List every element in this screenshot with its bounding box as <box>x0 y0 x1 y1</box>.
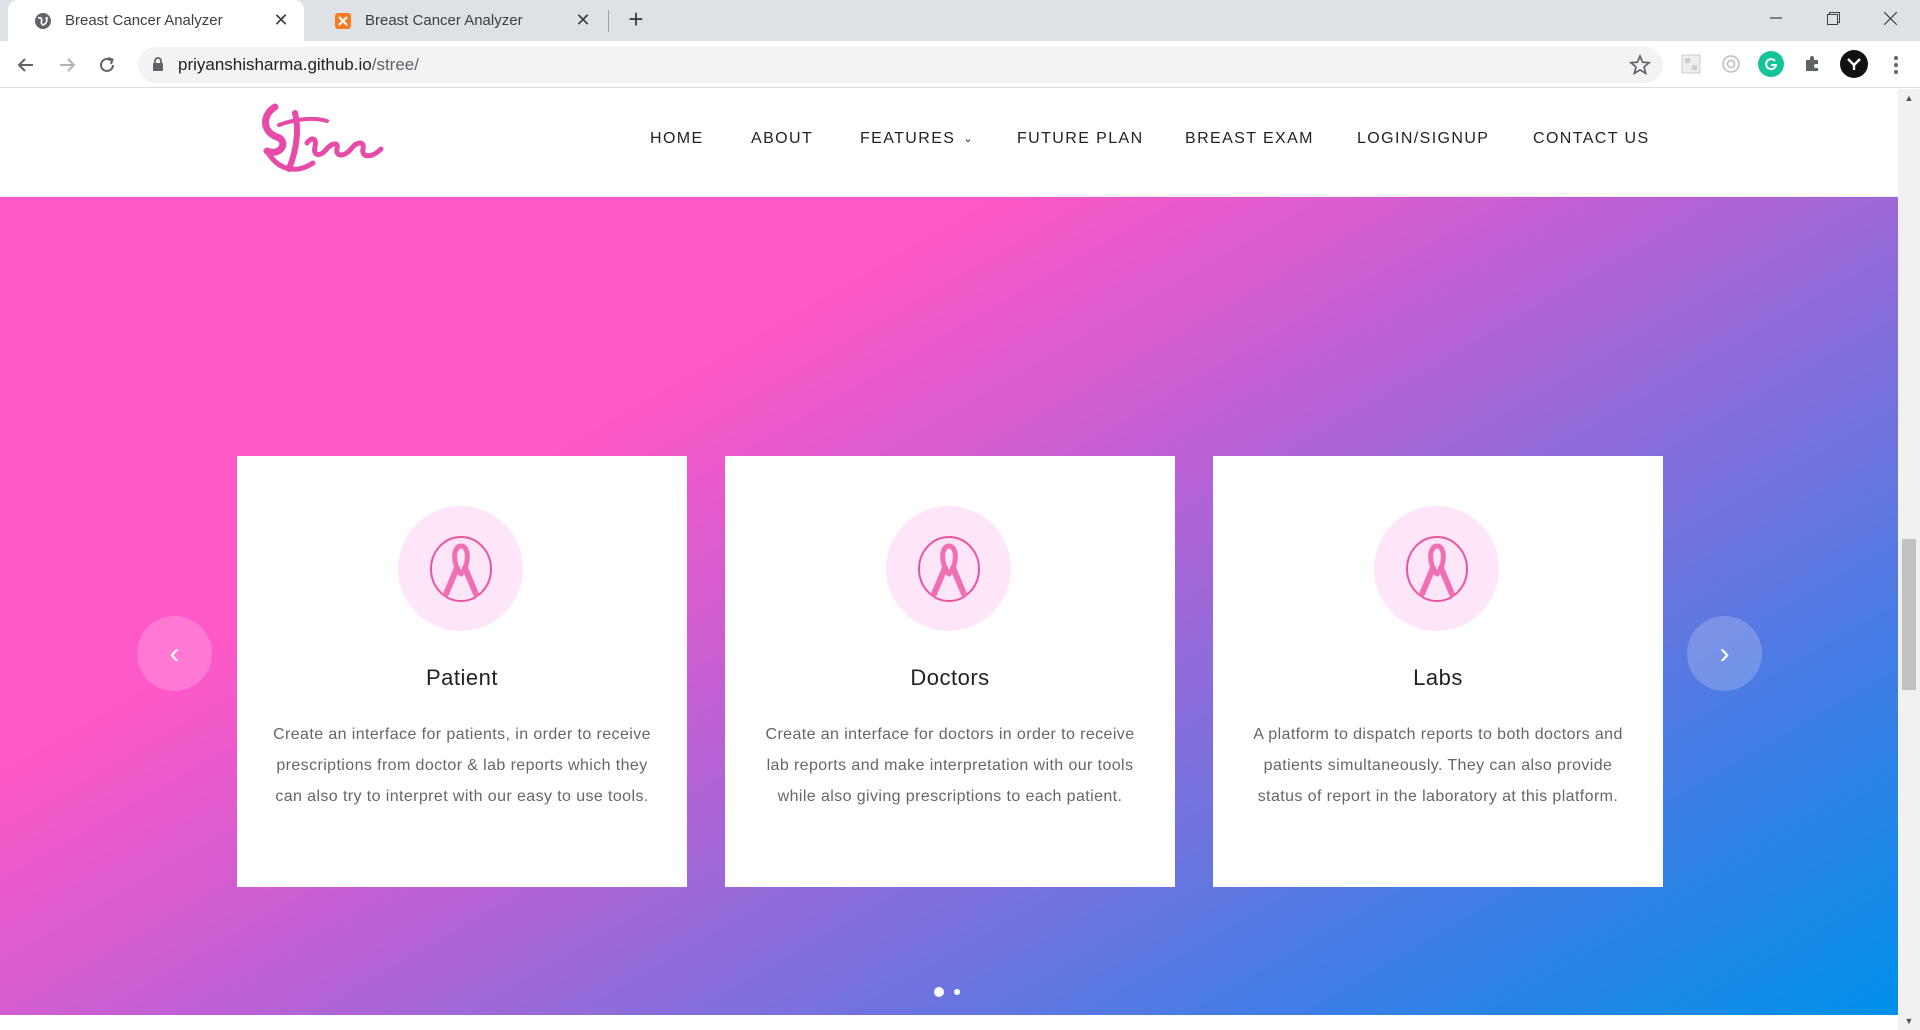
browser-menu-icon[interactable] <box>1884 51 1908 79</box>
globe-icon <box>34 12 52 30</box>
icon-circle <box>886 506 1011 631</box>
url-host: priyanshisharma.github.io <box>178 55 372 74</box>
nav-about[interactable]: ABOUT <box>751 130 813 148</box>
nav-features[interactable]: FEATURES ⌄ <box>860 130 974 148</box>
scroll-down-icon[interactable]: ▼ <box>1898 1012 1920 1030</box>
card-title: Patient <box>426 665 498 690</box>
browser-tab-2[interactable]: Breast Cancer Analyzer ✕ <box>308 0 606 41</box>
minimize-icon[interactable] <box>1746 0 1806 36</box>
scrollbar-thumb[interactable] <box>1902 539 1916 690</box>
grammarly-icon[interactable] <box>1758 51 1784 77</box>
card-description: A platform to dispatch reports to both d… <box>1253 726 1623 805</box>
chevron-right-icon: › <box>1719 636 1730 670</box>
feature-card-patient: Patient Create an interface for patients… <box>237 456 687 887</box>
nav-contact-us[interactable]: CONTACT US <box>1533 130 1650 148</box>
back-arrow-icon[interactable] <box>10 49 42 81</box>
chevron-down-icon: ⌄ <box>963 133 974 145</box>
nav-label: CONTACT US <box>1533 130 1650 147</box>
pagination-dot[interactable] <box>954 989 960 995</box>
feature-card-labs: Labs A platform to dispatch reports to b… <box>1213 456 1663 887</box>
nav-breast-exam[interactable]: BREAST EXAM <box>1185 130 1314 148</box>
url-text: priyanshisharma.github.io/stree/ <box>178 55 419 75</box>
card-description: Create an interface for doctors in order… <box>765 726 1135 805</box>
features-slider-section: Patient Create an interface for patients… <box>0 197 1898 1015</box>
card-title: Doctors <box>910 665 990 690</box>
pink-ribbon-icon <box>1405 535 1468 602</box>
address-bar[interactable]: priyanshisharma.github.io/stree/ <box>138 47 1663 83</box>
extension-camera-icon[interactable] <box>1718 51 1744 77</box>
close-tab-icon[interactable]: ✕ <box>570 8 596 34</box>
tab-title: Breast Cancer Analyzer <box>365 12 523 29</box>
card-title: Labs <box>1413 665 1463 690</box>
pink-ribbon-icon <box>917 535 980 602</box>
restore-icon[interactable] <box>1803 0 1863 36</box>
browser-toolbar: priyanshisharma.github.io/stree/ <box>0 41 1920 88</box>
nav-login-signup[interactable]: LOGIN/SIGNUP <box>1357 130 1489 148</box>
nav-label: HOME <box>650 130 704 147</box>
tab-title: Breast Cancer Analyzer <box>65 12 223 29</box>
url-path: /stree/ <box>371 55 419 74</box>
page-viewport: HOME ABOUT FEATURES ⌄ FUTURE PLAN BREAST … <box>0 89 1898 1030</box>
nav-label: BREAST EXAM <box>1185 130 1314 147</box>
tab-separator <box>608 10 609 32</box>
nav-future-plan[interactable]: FUTURE PLAN <box>1017 130 1144 148</box>
pagination-dot-active[interactable] <box>934 987 944 997</box>
nav-label: ABOUT <box>751 130 814 147</box>
close-window-icon[interactable] <box>1860 0 1920 36</box>
extensions-puzzle-icon[interactable] <box>1799 51 1825 77</box>
new-tab-button[interactable]: + <box>622 4 650 34</box>
site-header: HOME ABOUT FEATURES ⌄ FUTURE PLAN BREAST … <box>0 89 1898 197</box>
stree-logo[interactable] <box>255 99 390 184</box>
pink-ribbon-icon <box>429 535 492 602</box>
card-description: Create an interface for patients, in ord… <box>273 726 651 805</box>
nav-home[interactable]: HOME <box>650 130 704 148</box>
nav-label: FEATURES <box>860 130 956 147</box>
close-tab-icon[interactable]: ✕ <box>268 8 294 34</box>
browser-tab-bar: Breast Cancer Analyzer ✕ Breast Cancer A… <box>0 0 1920 41</box>
feature-card-doctors: Doctors Create an interface for doctors … <box>725 456 1175 887</box>
page-bottom-edge <box>0 1015 1898 1030</box>
lock-icon <box>152 57 164 77</box>
scroll-up-icon[interactable]: ▲ <box>1898 89 1920 107</box>
profile-avatar-icon[interactable] <box>1840 50 1868 78</box>
slider-next-button[interactable]: › <box>1687 616 1762 691</box>
chevron-left-icon: ‹ <box>169 636 180 670</box>
icon-circle <box>398 506 523 631</box>
slider-pagination <box>934 987 960 997</box>
page-scrollbar[interactable]: ▲ ▼ <box>1898 89 1920 1030</box>
icon-circle <box>1374 506 1499 631</box>
nav-label: FUTURE PLAN <box>1017 130 1144 147</box>
xampp-icon <box>334 12 352 30</box>
reload-icon[interactable] <box>91 49 123 81</box>
extension-qr-icon[interactable] <box>1678 51 1704 77</box>
bookmark-star-icon[interactable] <box>1628 53 1652 81</box>
nav-label: LOGIN/SIGNUP <box>1357 130 1490 147</box>
browser-tab-1[interactable]: Breast Cancer Analyzer ✕ <box>8 0 304 41</box>
slider-prev-button[interactable]: ‹ <box>137 616 212 691</box>
forward-arrow-icon[interactable] <box>51 49 83 81</box>
